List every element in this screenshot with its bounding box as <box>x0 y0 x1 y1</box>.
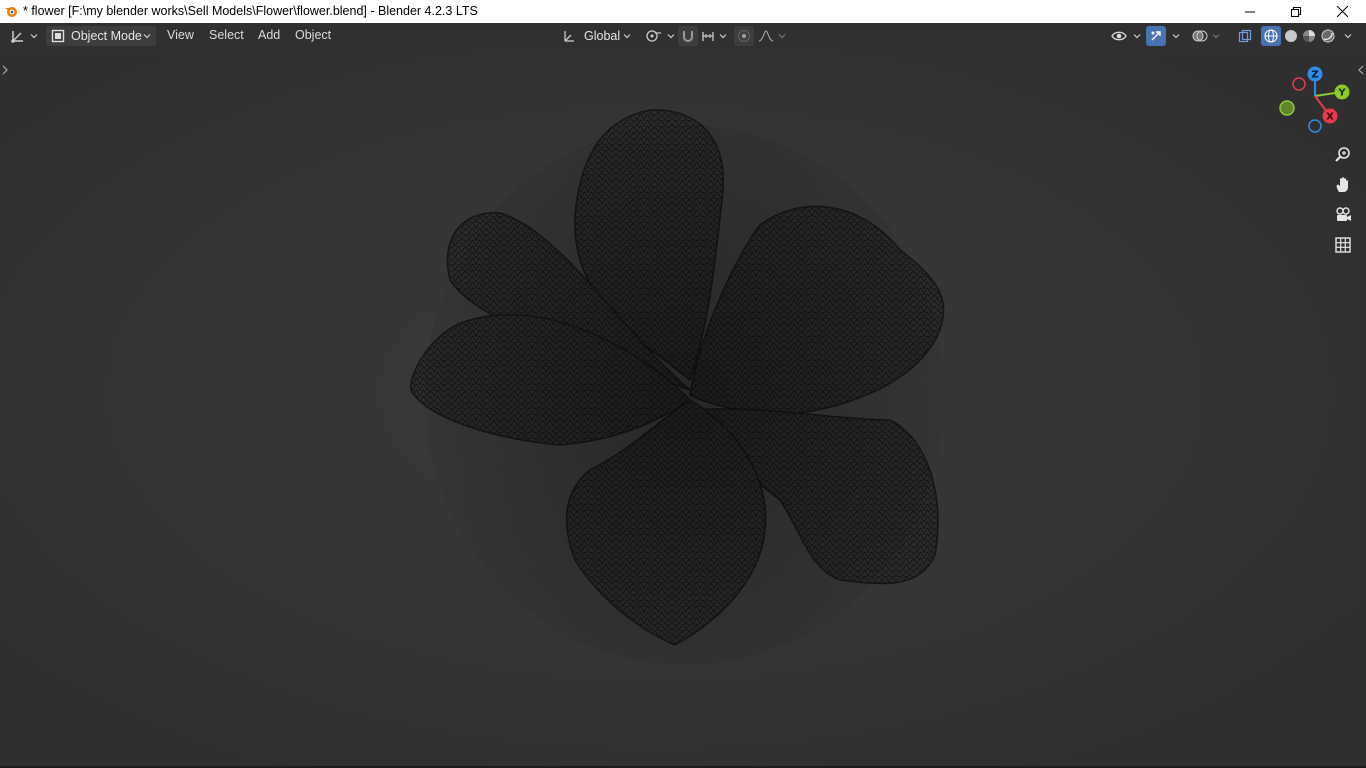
shading-dropdown[interactable] <box>1340 26 1352 46</box>
mode-label: Object Mode <box>71 29 142 43</box>
material-preview-icon <box>1303 30 1315 42</box>
grid-ortho-icon <box>1335 237 1351 253</box>
blender-logo-icon <box>5 7 17 17</box>
solid-shading-icon <box>1285 30 1297 42</box>
viewport-header: Object Mode View Select Add Object Globa… <box>0 23 1366 49</box>
chevron-down-icon <box>667 34 675 39</box>
chevron-down-icon <box>1172 34 1180 39</box>
rendered-shading-icon <box>1321 29 1335 43</box>
ortho-toggle-button[interactable] <box>1330 232 1356 258</box>
visibility-eye-icon <box>1111 31 1127 41</box>
shading-solid-button[interactable] <box>1282 26 1300 46</box>
camera-view-icon <box>1336 207 1351 221</box>
xray-toggle[interactable] <box>1235 26 1255 46</box>
overlay-icon <box>1192 30 1208 42</box>
gizmo-toggle[interactable] <box>1146 26 1166 46</box>
falloff-curve-icon <box>758 30 774 42</box>
neg-y-axis-handle[interactable] <box>1279 100 1295 116</box>
xray-icon <box>1238 29 1252 43</box>
transform-orientation-dropdown[interactable]: Global <box>558 26 635 46</box>
menu-select[interactable]: Select <box>209 28 244 42</box>
snap-increment-icon <box>702 32 714 41</box>
shading-material-button[interactable] <box>1300 26 1318 46</box>
menu-add[interactable]: Add <box>258 28 280 42</box>
zoom-button[interactable] <box>1330 142 1356 168</box>
chevron-down-icon <box>1133 34 1141 39</box>
window-titlebar: * flower [F:\my blender works\Sell Model… <box>0 0 1366 23</box>
y-axis-label: Y <box>1337 88 1346 99</box>
zoom-icon <box>1335 147 1350 162</box>
pan-hand-icon <box>1336 177 1348 192</box>
magnet-icon <box>683 31 693 42</box>
viewport-editor-icon <box>11 31 23 43</box>
gizmo-icon <box>1151 31 1161 41</box>
proportional-edit-icon <box>738 30 750 42</box>
x-axis-label: X <box>1326 112 1334 123</box>
proportional-edit-toggle[interactable] <box>734 26 754 46</box>
flower-mesh[interactable] <box>0 49 1366 766</box>
menu-view[interactable]: View <box>167 28 194 42</box>
minimize-icon <box>1245 11 1255 12</box>
gizmo-dropdown[interactable] <box>1168 26 1180 46</box>
orientation-label: Global <box>584 29 621 43</box>
orientation-icon <box>564 31 574 42</box>
wireframe-shading-icon <box>1264 29 1278 43</box>
snap-target-dropdown[interactable] <box>701 26 727 46</box>
visibility-dropdown[interactable] <box>1111 26 1141 46</box>
pivot-icon <box>646 30 661 42</box>
minimize-button[interactable] <box>1227 0 1273 23</box>
snap-toggle[interactable] <box>678 26 698 46</box>
neg-x-axis-handle[interactable] <box>1292 77 1306 91</box>
close-button[interactable] <box>1319 0 1365 23</box>
editor-type-selector[interactable] <box>10 26 38 46</box>
camera-view-button[interactable] <box>1330 202 1356 228</box>
pivot-point-dropdown[interactable] <box>645 26 675 46</box>
chevron-down-icon <box>623 34 631 39</box>
window-title: * flower [F:\my blender works\Sell Model… <box>23 4 478 18</box>
close-icon <box>1336 6 1348 17</box>
object-mode-icon <box>51 29 65 43</box>
chevron-down-icon <box>143 34 151 39</box>
z-axis-label: Z <box>1311 70 1318 81</box>
chevron-down-icon <box>719 34 727 39</box>
neg-z-axis-handle[interactable] <box>1308 119 1322 133</box>
chevron-down-icon <box>778 34 786 39</box>
shading-wireframe-button[interactable] <box>1261 26 1281 46</box>
mode-dropdown[interactable]: Object Mode <box>46 26 156 46</box>
chevron-down-icon <box>1212 34 1220 39</box>
restore-icon <box>1291 6 1301 17</box>
navigation-gizmo[interactable]: Z Y X <box>1277 64 1357 144</box>
chevron-down-icon <box>30 34 38 39</box>
shading-rendered-button[interactable] <box>1319 26 1337 46</box>
restore-button[interactable] <box>1273 0 1319 23</box>
overlay-toggle[interactable] <box>1192 26 1220 46</box>
3d-viewport[interactable]: Z Y X <box>0 49 1366 766</box>
pan-button[interactable] <box>1330 172 1356 198</box>
chevron-down-icon <box>1344 34 1352 39</box>
flower-petals <box>410 109 945 665</box>
falloff-dropdown[interactable] <box>758 26 786 46</box>
menu-object[interactable]: Object <box>295 28 331 42</box>
